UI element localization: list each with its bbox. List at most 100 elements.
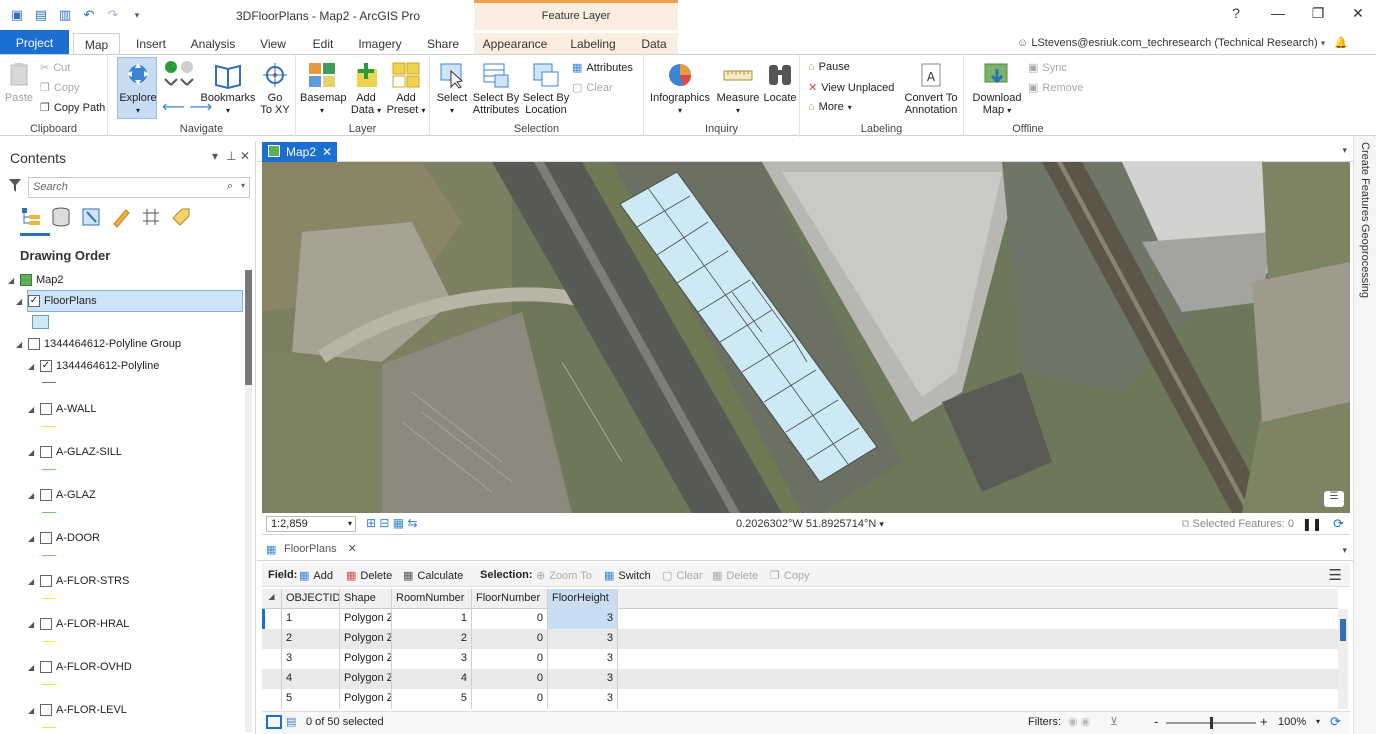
cell-floorheight[interactable]: 3: [548, 669, 618, 689]
view-unplaced-button[interactable]: ✕View Unplaced: [808, 81, 894, 94]
cut-button[interactable]: ✂Cut: [40, 61, 70, 74]
row-selector[interactable]: [262, 649, 282, 669]
collapse-triangle-icon[interactable]: ◢: [16, 340, 24, 349]
tab-data[interactable]: Data: [630, 33, 678, 54]
table-row[interactable]: 2 Polygon Z 2 0 3: [262, 629, 1338, 649]
select-all-corner[interactable]: ◢: [262, 589, 282, 609]
cell-objectid[interactable]: 2: [282, 629, 340, 649]
cell-roomnumber[interactable]: 1: [392, 609, 472, 629]
zoom-out-button[interactable]: -: [1154, 714, 1158, 729]
layer-visibility-checkbox[interactable]: [40, 446, 52, 458]
cell-roomnumber[interactable]: 2: [392, 629, 472, 649]
layer-polyline-group[interactable]: ◢ 1344464612-Polyline Group: [16, 338, 181, 350]
layer-visibility-checkbox[interactable]: [40, 489, 52, 501]
close-icon[interactable]: ✕: [1348, 5, 1368, 22]
collapse-triangle-icon[interactable]: ◢: [28, 405, 36, 414]
select-by-attributes-button[interactable]: Select ByAttributes: [472, 61, 520, 116]
filter-query-icon[interactable]: ⊻: [1110, 715, 1118, 728]
column-header-floornumber[interactable]: FloorNumber: [472, 589, 548, 609]
collapse-triangle-icon[interactable]: ◢: [28, 534, 36, 543]
polyline-symbol[interactable]: [42, 382, 56, 383]
copy-button[interactable]: ❐Copy: [40, 81, 80, 94]
more-labeling-button[interactable]: ⌂More▾: [808, 101, 852, 113]
a-flor-hral-symbol[interactable]: [42, 641, 56, 642]
close-tab-icon[interactable]: ✕: [322, 145, 332, 159]
collapse-triangle-icon[interactable]: ◢: [28, 577, 36, 586]
column-header-floorheight[interactable]: FloorHeight: [548, 589, 618, 609]
close-pane-icon[interactable]: ✕: [240, 149, 250, 163]
table-scrollbar-thumb[interactable]: [1340, 619, 1346, 641]
measure-button[interactable]: Measure▾: [716, 61, 760, 117]
create-features-tab[interactable]: Create Features: [1359, 142, 1371, 221]
column-header-roomnumber[interactable]: RoomNumber: [392, 589, 472, 609]
contents-scrollbar[interactable]: [245, 270, 252, 732]
selected-features-count[interactable]: ⧉ Selected Features: 0: [1182, 518, 1294, 531]
cell-floorheight[interactable]: 3: [548, 609, 618, 629]
cell-shape[interactable]: Polygon Z: [340, 609, 392, 629]
a-flor-strs-symbol[interactable]: [42, 598, 56, 599]
calculate-field-button[interactable]: ▦Calculate: [403, 569, 463, 582]
layer-visibility-checkbox[interactable]: [40, 575, 52, 587]
delete-field-button[interactable]: ▦Delete: [346, 569, 392, 582]
layer-floorplans[interactable]: ◢ ✓ FloorPlans: [16, 295, 97, 307]
select-button[interactable]: Select▾: [434, 61, 470, 117]
new-project-icon[interactable]: ▣: [8, 6, 26, 24]
add-data-button[interactable]: AddData ▾: [348, 61, 384, 117]
scrollbar-thumb[interactable]: [245, 270, 252, 385]
drawing-order-icon[interactable]: [20, 206, 42, 228]
show-selected-records-icon[interactable]: ▤: [286, 715, 296, 728]
download-map-button[interactable]: DownloadMap ▾: [968, 61, 1026, 117]
cell-floornumber[interactable]: 0: [472, 669, 548, 689]
column-header-objectid[interactable]: OBJECTID: [282, 589, 340, 609]
cell-floornumber[interactable]: 0: [472, 649, 548, 669]
a-flor-ovhd-symbol[interactable]: [42, 684, 56, 685]
table-row[interactable]: 4 Polygon Z 4 0 3: [262, 669, 1338, 689]
layer-visibility-checkbox[interactable]: ✓: [40, 360, 52, 372]
cell-objectid[interactable]: 3: [282, 649, 340, 669]
cell-objectid[interactable]: 5: [282, 689, 340, 709]
data-source-icon[interactable]: [50, 206, 72, 228]
collapse-triangle-icon[interactable]: ◢: [28, 663, 36, 672]
redo-icon[interactable]: ↷: [104, 6, 122, 24]
show-all-records-icon[interactable]: [266, 715, 282, 729]
explore-button[interactable]: Explore▾: [118, 61, 158, 117]
cell-floorheight[interactable]: 3: [548, 689, 618, 709]
help-button[interactable]: ?: [1226, 5, 1246, 21]
cell-floornumber[interactable]: 0: [472, 689, 548, 709]
cell-floornumber[interactable]: 0: [472, 609, 548, 629]
clear-selection-button[interactable]: ▢Clear: [572, 81, 613, 94]
layer-visibility-checkbox[interactable]: [40, 618, 52, 630]
row-selector[interactable]: [262, 669, 282, 689]
tab-analysis[interactable]: Analysis: [188, 33, 238, 54]
attributes-button[interactable]: ▦Attributes: [572, 61, 633, 74]
zoom-level[interactable]: 100%: [1278, 716, 1306, 728]
cell-floorheight[interactable]: 3: [548, 649, 618, 669]
collapse-triangle-icon[interactable]: ◢: [28, 620, 36, 629]
bookmarks-button[interactable]: Bookmarks▾: [200, 61, 256, 117]
layer-a-glaz[interactable]: ◢A-GLAZ: [28, 489, 96, 501]
layer-polyline[interactable]: ◢ ✓ 1344464612-Polyline: [28, 360, 159, 372]
a-flor-levl-symbol[interactable]: [42, 727, 56, 728]
a-door-symbol[interactable]: [42, 555, 56, 556]
zoom-in-button[interactable]: +: [1260, 714, 1268, 729]
editing-view-icon[interactable]: [110, 206, 132, 228]
filter-extent-icon[interactable]: ◉ ◉: [1068, 715, 1090, 728]
collapse-triangle-icon[interactable]: ◢: [28, 362, 36, 371]
selection-view-icon[interactable]: [80, 206, 102, 228]
pause-drawing-icon[interactable]: ❚❚: [1302, 517, 1322, 531]
zoom-slider-thumb[interactable]: [1210, 717, 1213, 729]
table-options-chevron-icon[interactable]: ▾: [1342, 545, 1347, 556]
geoprocessing-tab[interactable]: Geoprocessing: [1359, 224, 1371, 298]
notification-bell-icon[interactable]: 🔔: [1334, 37, 1348, 49]
layer-a-glaz-sill[interactable]: ◢A-GLAZ-SILL: [28, 446, 122, 458]
table-refresh-icon[interactable]: ⟳: [1330, 714, 1341, 730]
select-by-location-button[interactable]: Select ByLocation: [522, 61, 570, 116]
column-header-shape[interactable]: Shape: [340, 589, 392, 609]
row-selector[interactable]: [262, 689, 282, 709]
collapse-triangle-icon[interactable]: ◢: [28, 491, 36, 500]
remove-button[interactable]: ▣Remove: [1028, 81, 1083, 94]
add-field-button[interactable]: ▦Add: [299, 569, 333, 582]
coordinate-readout[interactable]: 0.2026302°W 51.8925714°N ▾: [736, 518, 884, 530]
layer-visibility-checkbox[interactable]: [28, 338, 40, 350]
layer-a-flor-strs[interactable]: ◢A-FLOR-STRS: [28, 575, 129, 587]
